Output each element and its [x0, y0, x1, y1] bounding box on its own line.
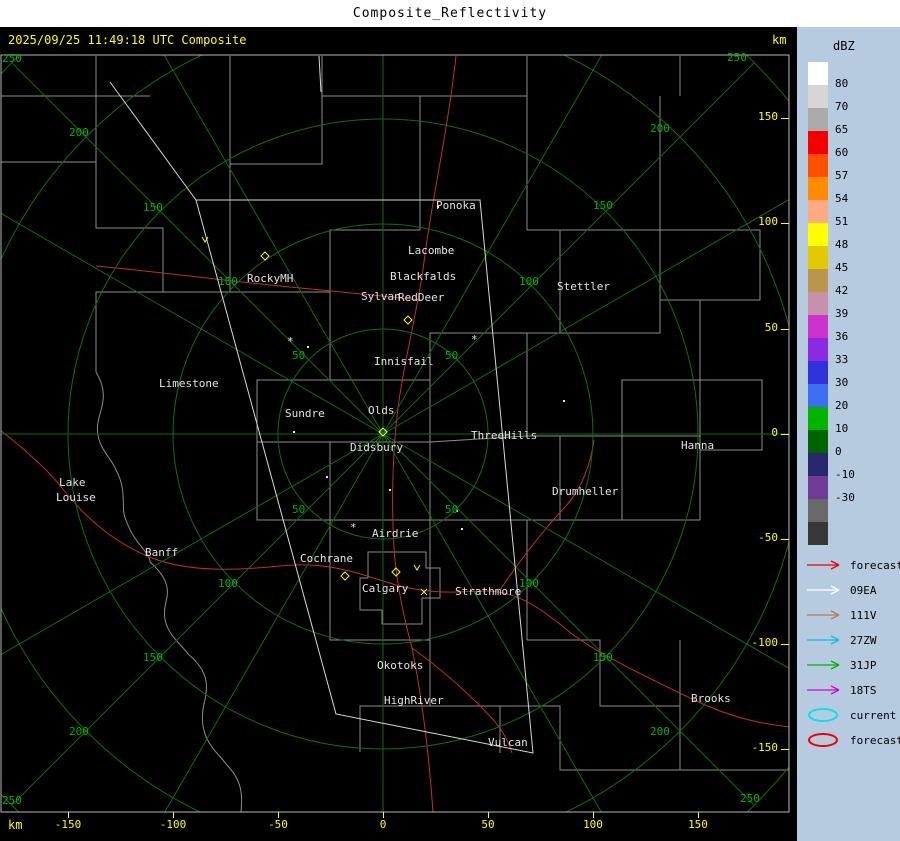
radar-map-canvas[interactable]: * * *	[0, 27, 797, 841]
colorbar-box	[808, 407, 828, 430]
colorbar-box	[808, 384, 828, 407]
legend-arrow-icon	[805, 682, 845, 698]
colorbar-box	[808, 476, 828, 499]
legend-label: 09EA	[850, 584, 877, 597]
colorbar-box	[808, 361, 828, 384]
star-marker: *	[287, 335, 294, 348]
town-dot	[293, 431, 295, 433]
legend-label: forecast	[850, 559, 900, 572]
colorbar-box	[808, 269, 828, 292]
legend-arrow-icon	[805, 632, 845, 648]
colorbar-value: 51	[835, 216, 848, 228]
colorbar-value: 48	[835, 239, 848, 251]
colorbar-value: 0	[835, 446, 842, 458]
colorbar-value: -10	[835, 469, 855, 481]
legend-arrow-icon	[805, 582, 845, 598]
colorbar-value: 54	[835, 193, 848, 205]
town-dot	[563, 400, 565, 402]
colorbar-value: 42	[835, 285, 848, 297]
legend-arrow-icon	[805, 557, 845, 573]
town-dot	[389, 489, 391, 491]
radar-application-window: Composite_Reflectivity	[0, 0, 900, 841]
town-dot	[307, 346, 309, 348]
legend-label: 18TS	[850, 684, 877, 697]
legend-item: 27ZW	[805, 630, 877, 650]
legend-item: 31JP	[805, 655, 877, 675]
town-dot	[326, 476, 328, 478]
colorbar-box	[808, 223, 828, 246]
colorbar-value: 57	[835, 170, 848, 182]
colorbar-value: -30	[835, 492, 855, 504]
colorbar-value: 70	[835, 101, 848, 113]
town-dot	[437, 206, 439, 208]
colorbar-box	[808, 108, 828, 131]
title-bar: Composite_Reflectivity	[0, 0, 900, 27]
colorbar-box	[808, 246, 828, 269]
colorbar-value: 10	[835, 423, 848, 435]
colorbar-value: 80	[835, 78, 848, 90]
sidebar: dBZ 80 70 65 60 57 54 51 48 45 42 39 36 33 30 20 10 0 -10…	[797, 27, 900, 841]
colorbar-box	[808, 292, 828, 315]
legend-item: 18TS	[805, 680, 877, 700]
legend-label: 111V	[850, 609, 877, 622]
legend-item: 111V	[805, 605, 877, 625]
colorbar-value: 30	[835, 377, 848, 389]
colorbar-value: 36	[835, 331, 848, 343]
colorbar-value: 20	[835, 400, 848, 412]
legend-item: current	[805, 705, 896, 725]
legend-label: current	[850, 709, 896, 722]
colorbar-box	[808, 453, 828, 476]
colorbar-box	[808, 131, 828, 154]
legend-ellipse-icon	[805, 732, 845, 748]
legend-label: forecast	[850, 734, 900, 747]
colorbar-box	[808, 315, 828, 338]
colorbar-value: 39	[835, 308, 848, 320]
star-marker: *	[350, 521, 357, 534]
town-dot	[456, 510, 458, 512]
colorbar-box	[808, 154, 828, 177]
colorbar-box	[808, 177, 828, 200]
colorbar-box	[808, 200, 828, 223]
colorbar-box	[808, 85, 828, 108]
window-title: Composite_Reflectivity	[353, 6, 547, 21]
legend-item: 09EA	[805, 580, 877, 600]
legend-ellipse-icon	[805, 707, 845, 723]
colorbar-title: dBZ	[833, 39, 855, 53]
legend-item: forecast	[805, 730, 900, 750]
legend-label: 31JP	[850, 659, 877, 672]
colorbar-box	[808, 338, 828, 361]
colorbar-box	[808, 430, 828, 453]
colorbar-box	[808, 62, 828, 85]
legend-item: forecast	[805, 555, 900, 575]
dbz-colorbar: 80 70 65 60 57 54 51 48 45 42 39 36 33 30 20 10 0 -10 -30	[808, 62, 898, 562]
colorbar-value: 60	[835, 147, 848, 159]
colorbar-box	[808, 499, 828, 522]
town-dot	[461, 528, 463, 530]
colorbar-value: 65	[835, 124, 848, 136]
legend-arrow-icon	[805, 607, 845, 623]
colorbar-box	[808, 522, 828, 545]
colorbar-value: 45	[835, 262, 848, 274]
star-marker: *	[471, 333, 478, 346]
legend-label: 27ZW	[850, 634, 877, 647]
colorbar-value: 33	[835, 354, 848, 366]
legend-arrow-icon	[805, 657, 845, 673]
